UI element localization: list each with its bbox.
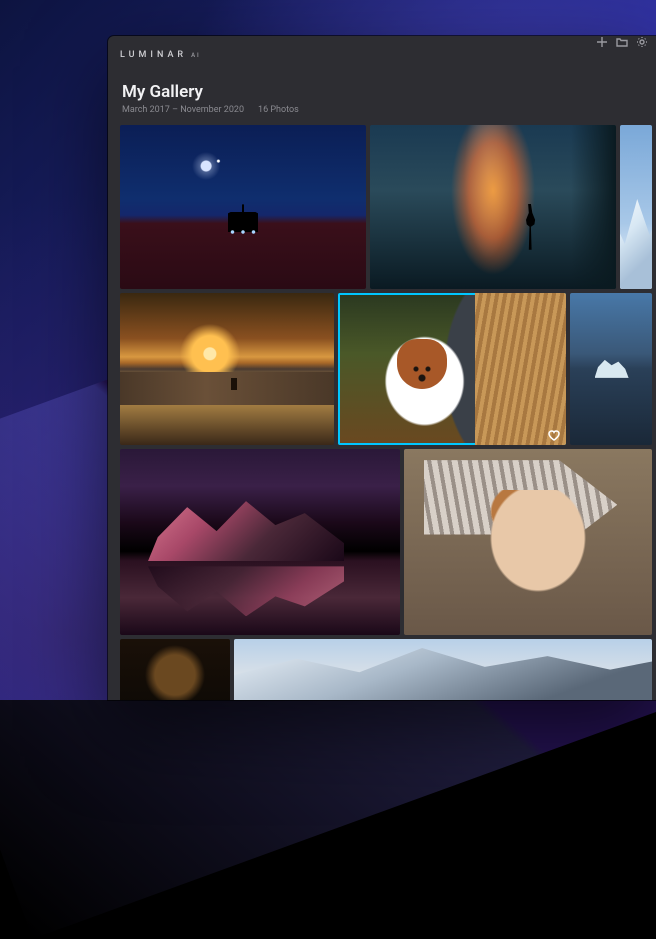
photo-grid	[108, 125, 656, 700]
photo-thumb[interactable]	[120, 293, 334, 445]
app-window: LUMINAR AI My Gallery March 2017 – Novem…	[108, 36, 656, 700]
photo-thumb[interactable]	[570, 293, 652, 445]
gallery-photo-count: 16 Photos	[258, 105, 299, 115]
grid-row	[120, 293, 652, 445]
photo-thumb[interactable]	[404, 449, 652, 635]
brand-text: LUMINAR	[120, 50, 187, 60]
photo-thumb[interactable]	[234, 639, 652, 700]
brand-suffix: AI	[191, 52, 201, 59]
photo-thumb[interactable]	[620, 125, 652, 289]
app-brand: LUMINAR AI	[120, 50, 201, 60]
gallery-date-range: March 2017 – November 2020	[122, 105, 244, 115]
gallery-title: My Gallery	[122, 82, 642, 102]
photo-thumb[interactable]	[338, 293, 566, 445]
grid-row	[120, 125, 652, 289]
photo-thumb[interactable]	[370, 125, 616, 289]
add-button[interactable]	[596, 36, 608, 48]
window-titlebar	[108, 36, 656, 48]
photo-thumb[interactable]	[120, 125, 366, 289]
grid-row	[120, 449, 652, 635]
photo-thumb[interactable]	[120, 639, 230, 700]
grid-row	[120, 639, 652, 700]
photo-thumb[interactable]	[120, 449, 400, 635]
favorite-icon[interactable]	[548, 427, 560, 439]
import-folder-button[interactable]	[616, 36, 628, 48]
gallery-meta: March 2017 – November 2020 16 Photos	[122, 105, 642, 115]
settings-button[interactable]	[636, 36, 648, 48]
